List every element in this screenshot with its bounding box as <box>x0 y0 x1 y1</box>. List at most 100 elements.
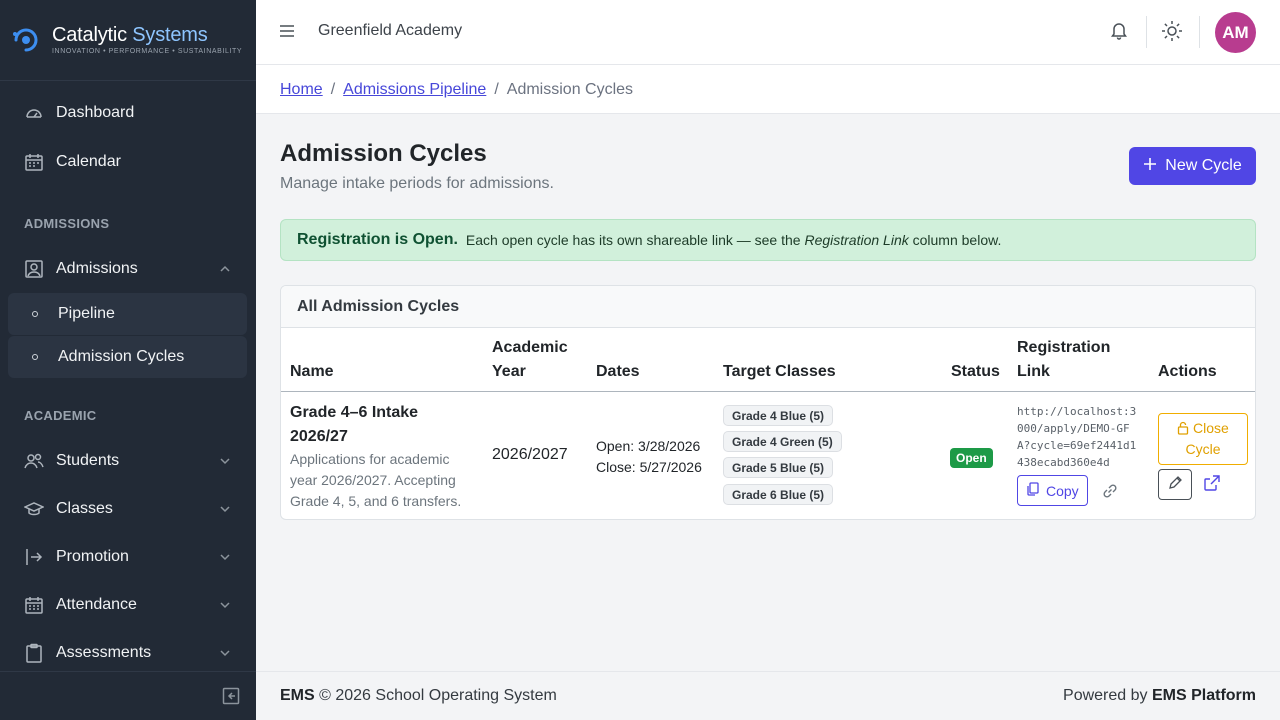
new-cycle-label: New Cycle <box>1165 157 1242 174</box>
brand-tagline: INNOVATION • PERFORMANCE • SUSTAINABILIT… <box>52 48 243 55</box>
sidebar-item-label: Assessments <box>56 644 152 661</box>
box-arrow-right-icon <box>24 547 44 567</box>
collapse-sidebar-icon[interactable] <box>222 687 240 710</box>
chevron-down-icon <box>219 454 231 472</box>
page-title: Admission Cycles <box>280 140 487 167</box>
chevron-down-icon <box>219 502 231 520</box>
breadcrumb-separator: / <box>330 81 336 98</box>
target-class-chip: Grade 6 Blue (5) <box>723 484 834 505</box>
clipboard-icon <box>24 643 44 663</box>
status-badge: Open <box>950 448 993 468</box>
column-header-dates: Dates <box>596 363 640 380</box>
close-date: Close: 5/27/2026 <box>596 459 702 475</box>
registration-open-alert: Registration is Open. Each open cycle ha… <box>280 219 1256 261</box>
sidebar-item-label: Dashboard <box>56 104 135 121</box>
avatar[interactable]: AM <box>1215 12 1256 53</box>
close-cycle-button[interactable]: Close Cycle <box>1158 413 1248 465</box>
hamburger-menu-icon[interactable] <box>278 22 296 45</box>
chevron-down-icon <box>219 598 231 616</box>
sidebar: Catalytic Systems INNOVATION • PERFORMAN… <box>0 0 256 720</box>
alert-heading: Registration is Open. <box>297 231 458 248</box>
chevron-up-icon <box>219 262 231 280</box>
cycle-description: Applications for academic year 2026/2027.… <box>290 451 462 509</box>
footer-powered-by: Powered by EMS Platform <box>1063 687 1256 704</box>
brand-logo-icon <box>10 24 42 56</box>
column-header-status: Status <box>951 363 1000 380</box>
cycle-academic-year: 2026/2027 <box>492 446 568 463</box>
breadcrumb-separator: / <box>494 81 499 98</box>
calendar-grid-icon <box>24 595 44 615</box>
sidebar-item-students[interactable]: Students <box>8 440 247 482</box>
sidebar-item-label: Attendance <box>56 596 137 613</box>
lock-open-icon <box>1177 420 1189 436</box>
people-icon <box>24 451 44 471</box>
calendar-icon <box>24 152 44 172</box>
sidebar-item-attendance[interactable]: Attendance <box>8 584 247 626</box>
sidebar-item-admission-cycles[interactable]: Admission Cycles <box>8 336 247 378</box>
table-row: Grade 4–6 Intake 2026/27 Applications for… <box>290 401 461 512</box>
table-header-divider <box>281 391 1255 392</box>
topbar: Greenfield Academy AM <box>256 0 1280 65</box>
new-cycle-button[interactable]: New Cycle <box>1129 147 1256 185</box>
registration-link-text: http://localhost:3000/apply/DEMO-GFA?cyc… <box>1017 405 1137 469</box>
footer-copyright: EMS © 2026 School Operating System <box>280 687 557 704</box>
mortarboard-icon <box>24 499 44 519</box>
target-class-chip: Grade 4 Blue (5) <box>723 405 834 426</box>
copy-icon <box>1026 482 1040 499</box>
brand-name: Catalytic Systems <box>52 24 208 46</box>
card-title: All Admission Cycles <box>281 286 1255 328</box>
bell-icon[interactable] <box>1109 20 1129 45</box>
breadcrumb-current: Admission Cycles <box>506 81 634 98</box>
target-class-chip: Grade 5 Blue (5) <box>723 457 834 478</box>
sidebar-item-label: Admission Cycles <box>58 348 185 365</box>
sidebar-item-classes[interactable]: Classes <box>8 488 247 530</box>
column-header-name: Name <box>290 363 334 380</box>
sidebar-item-label: Admissions <box>56 260 138 277</box>
external-link-icon[interactable] <box>1203 474 1221 492</box>
sidebar-item-label: Calendar <box>56 153 121 170</box>
sidebar-item-label: Pipeline <box>58 305 115 322</box>
organization-name: Greenfield Academy <box>318 22 463 39</box>
pencil-icon <box>1168 475 1183 495</box>
breadcrumb: Home / Admissions Pipeline / Admission Cycle… <box>256 65 1280 114</box>
sidebar-item-label: Classes <box>56 500 113 517</box>
page-footer: EMS © 2026 School Operating System Power… <box>256 671 1280 720</box>
bullet-icon <box>32 311 38 317</box>
copy-label: Copy <box>1046 482 1079 499</box>
copy-link-button[interactable]: Copy <box>1017 475 1088 506</box>
divider <box>1146 16 1147 48</box>
column-header-registration-link: Registration Link <box>1017 339 1111 380</box>
plus-icon <box>1143 157 1157 176</box>
sidebar-section-admissions: ADMISSIONS <box>24 216 110 231</box>
breadcrumb-pipeline-link[interactable]: Admissions Pipeline <box>343 81 486 98</box>
link-icon[interactable] <box>1101 482 1119 500</box>
breadcrumb-home-link[interactable]: Home <box>280 81 323 98</box>
chevron-down-icon <box>219 550 231 568</box>
speedometer-icon <box>24 103 44 123</box>
cycle-name: Grade 4–6 Intake 2026/27 <box>290 404 419 445</box>
bullet-icon <box>32 354 38 360</box>
person-badge-icon <box>24 259 44 279</box>
sidebar-item-label: Promotion <box>56 548 129 565</box>
edit-cycle-button[interactable] <box>1158 469 1192 500</box>
sidebar-item-dashboard[interactable]: Dashboard <box>8 92 247 134</box>
open-date: Open: 3/28/2026 <box>596 438 701 454</box>
chevron-down-icon <box>219 646 231 664</box>
sidebar-item-promotion[interactable]: Promotion <box>8 536 247 578</box>
sidebar-item-admissions[interactable]: Admissions <box>8 248 247 290</box>
target-class-chip: Grade 4 Green (5) <box>723 431 842 452</box>
sun-icon[interactable] <box>1161 20 1183 47</box>
column-header-target-classes: Target Classes <box>723 363 836 380</box>
alert-text: Each open cycle has its own shareable li… <box>465 232 1002 248</box>
sidebar-section-academic: ACADEMIC <box>24 408 97 423</box>
cycle-dates: Open: 3/28/2026 Close: 5/27/2026 <box>596 436 702 478</box>
column-header-academic-year: Academic Year <box>492 339 568 380</box>
sidebar-item-pipeline[interactable]: Pipeline <box>8 293 247 335</box>
sidebar-item-calendar[interactable]: Calendar <box>8 141 247 183</box>
sidebar-item-assessments[interactable]: Assessments <box>8 632 247 674</box>
page-subtitle: Manage intake periods for admissions. <box>280 175 554 192</box>
sidebar-item-label: Students <box>56 452 120 469</box>
column-header-actions: Actions <box>1158 363 1217 380</box>
divider <box>1199 16 1200 48</box>
brand[interactable]: Catalytic Systems INNOVATION • PERFORMAN… <box>0 0 256 81</box>
